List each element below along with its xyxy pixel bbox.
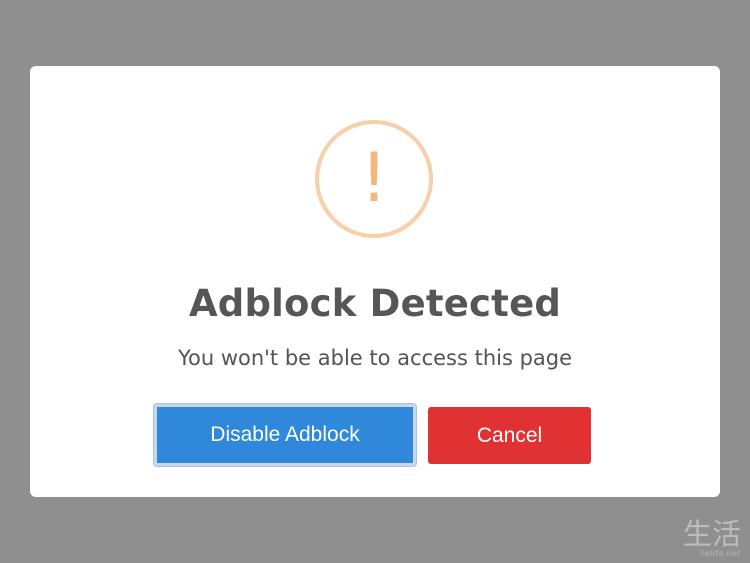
- disable-adblock-button[interactable]: Disable Adblock: [154, 404, 416, 466]
- dialog-message: You won't be able to access this page: [177, 346, 573, 370]
- dialog-title: Adblock Detected: [188, 282, 562, 325]
- site-watermark: 生活 3elife.net: [637, 511, 742, 559]
- adblock-dialog: ! Adblock Detected You won't be able to …: [30, 66, 720, 497]
- cancel-button[interactable]: Cancel: [428, 407, 591, 464]
- exclamation-icon: !: [360, 139, 388, 218]
- warning-icon: !: [315, 120, 433, 238]
- watermark-url: 3elife.net: [699, 549, 741, 558]
